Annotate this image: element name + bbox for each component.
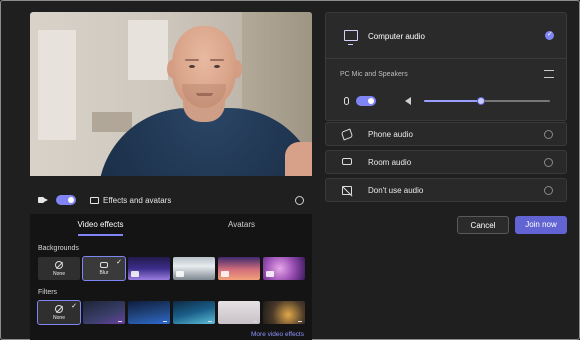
room-audio-label: Room audio (368, 158, 412, 167)
filter-1[interactable] (83, 301, 125, 324)
camera-icon (38, 196, 48, 204)
camera-toggle[interactable] (56, 195, 76, 205)
computer-audio-card[interactable]: Computer audio PC Mic and Speakers (325, 12, 567, 121)
background-none[interactable]: None (38, 257, 80, 280)
background-image-3[interactable] (218, 257, 260, 280)
download-icon (163, 318, 167, 322)
no-audio-icon (342, 186, 352, 195)
filter-5[interactable] (263, 301, 305, 324)
video-icon (266, 271, 274, 277)
filter-none-label: None (53, 314, 65, 321)
audio-device-label: PC Mic and Speakers (340, 71, 408, 78)
computer-audio-header[interactable]: Computer audio (326, 13, 566, 59)
backgrounds-list: None ✓ Blur (38, 256, 305, 281)
speaker-icon (405, 97, 411, 105)
phone-icon (340, 128, 354, 141)
filter-3[interactable] (173, 301, 215, 324)
filter-none[interactable]: ✓ None (37, 300, 81, 325)
filter-2[interactable] (128, 301, 170, 324)
video-icon (131, 271, 139, 277)
gear-icon[interactable] (295, 195, 304, 205)
room-audio-option[interactable]: Room audio (325, 150, 567, 174)
download-icon (118, 318, 122, 322)
computer-audio-radio[interactable] (545, 30, 554, 40)
join-now-button[interactable]: Join now (515, 216, 567, 234)
phone-audio-radio[interactable] (544, 130, 553, 139)
microphone-toggle[interactable] (356, 96, 376, 106)
check-icon: ✓ (116, 259, 122, 266)
cancel-button[interactable]: Cancel (457, 216, 509, 234)
microphone-icon (344, 97, 349, 105)
computer-audio-icon (344, 30, 358, 45)
effects-label: Effects and avatars (103, 195, 172, 205)
download-icon (208, 318, 212, 322)
background-image-4[interactable] (263, 257, 305, 280)
phone-audio-option[interactable]: Phone audio (325, 122, 567, 146)
filters-label: Filters (38, 289, 58, 296)
more-video-effects-link[interactable]: More video effects (251, 331, 304, 338)
none-icon (55, 304, 63, 313)
blur-icon (100, 261, 108, 268)
download-icon (298, 318, 302, 322)
check-icon: ✓ (71, 303, 77, 310)
video-icon (176, 271, 184, 277)
no-audio-option[interactable]: Don't use audio (325, 178, 567, 202)
background-blur-label: Blur (99, 269, 109, 276)
volume-slider-fill (424, 100, 481, 102)
tab-avatars[interactable]: Avatars (171, 214, 312, 236)
camera-preview (30, 12, 312, 176)
no-audio-radio[interactable] (544, 186, 553, 195)
effects-panel: Video effects Avatars Backgrounds None ✓… (30, 214, 312, 340)
video-preview-panel: Effects and avatars Video effects Avatar… (30, 12, 312, 340)
video-controls-bar: Effects and avatars (30, 188, 312, 212)
background-none-label: None (53, 270, 65, 277)
volume-slider-thumb[interactable] (476, 97, 485, 105)
effects-tabs: Video effects Avatars (30, 214, 312, 236)
background-image-1[interactable] (128, 257, 170, 280)
device-settings-icon[interactable] (544, 70, 554, 78)
computer-audio-title: Computer audio (368, 32, 425, 41)
download-icon (253, 318, 257, 322)
filters-list: ✓ None (37, 300, 305, 325)
none-icon (55, 260, 63, 269)
effects-and-avatars-button[interactable]: Effects and avatars (90, 196, 171, 205)
effects-icon (90, 196, 99, 204)
filter-4[interactable] (218, 301, 260, 324)
backgrounds-label: Backgrounds (38, 245, 79, 252)
background-image-2[interactable] (173, 257, 215, 280)
no-audio-label: Don't use audio (368, 186, 424, 195)
room-icon (342, 158, 352, 165)
video-icon (221, 271, 229, 277)
background-blur[interactable]: ✓ Blur (82, 256, 126, 281)
room-audio-radio[interactable] (544, 158, 553, 167)
tab-video-effects[interactable]: Video effects (30, 214, 171, 236)
phone-audio-label: Phone audio (368, 130, 413, 139)
